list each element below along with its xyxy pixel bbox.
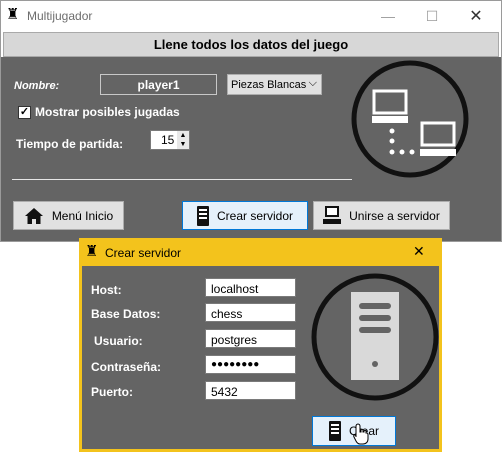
join-server-button-label: Unirse a servidor bbox=[349, 208, 440, 223]
user-input[interactable]: postgres bbox=[205, 329, 296, 348]
create-server-button[interactable]: Crear servidor bbox=[182, 201, 308, 230]
server-large-icon bbox=[311, 273, 439, 401]
create-server-button-label: Crear servidor bbox=[216, 208, 294, 223]
database-input[interactable]: chess bbox=[205, 303, 296, 322]
chess-rook-icon: ♜ bbox=[6, 6, 20, 23]
main-panel: Nombre: player1 Piezas Blancas ⌵ ✓ Mostr… bbox=[1, 57, 501, 241]
dialog-titlebar[interactable]: ♜ Crear servidor ✕ bbox=[79, 238, 442, 266]
database-label: Base Datos: bbox=[91, 307, 161, 321]
hand-cursor-icon bbox=[353, 423, 369, 445]
chevron-down-icon: ⌵ bbox=[308, 77, 317, 89]
dialog-close-button[interactable]: ✕ bbox=[413, 243, 425, 260]
main-window: ♜ Multijugador — ☐ ✕ Llene todos los dat… bbox=[0, 0, 502, 242]
user-label: Usuario: bbox=[94, 334, 143, 348]
name-input[interactable]: player1 bbox=[100, 74, 217, 95]
host-input[interactable]: localhost bbox=[205, 278, 296, 297]
minimize-button[interactable]: — bbox=[366, 1, 410, 31]
time-stepper[interactable]: 15 ▲ ▼ bbox=[150, 130, 190, 150]
maximize-button[interactable]: ☐ bbox=[410, 1, 454, 31]
main-titlebar[interactable]: ♜ Multijugador — ☐ ✕ bbox=[1, 1, 501, 31]
home-icon bbox=[24, 207, 43, 224]
stepper-down-icon[interactable]: ▼ bbox=[177, 140, 189, 149]
stepper-up-icon[interactable]: ▲ bbox=[177, 131, 189, 140]
time-value: 15 bbox=[161, 133, 175, 147]
name-input-value: player1 bbox=[137, 77, 180, 92]
time-label: Tiempo de partida: bbox=[16, 137, 124, 151]
host-label: Host: bbox=[91, 283, 122, 297]
show-moves-checkbox[interactable]: ✓ bbox=[18, 106, 31, 119]
window-title: Multijugador bbox=[27, 9, 93, 23]
separator bbox=[12, 179, 352, 180]
pieces-select-value: Piezas Blancas bbox=[231, 78, 307, 91]
page-header: Llene todos los datos del juego bbox=[3, 32, 499, 57]
server-icon bbox=[196, 205, 209, 226]
join-server-button[interactable]: Unirse a servidor bbox=[313, 201, 450, 230]
menu-button[interactable]: Menú Inicio bbox=[13, 201, 124, 230]
create-server-dialog: ♜ Crear servidor ✕ Host: localhost Base … bbox=[79, 238, 442, 452]
dialog-panel: Host: localhost Base Datos: chess Usuari… bbox=[82, 266, 439, 449]
password-input[interactable]: ●●●●●●●● bbox=[205, 355, 296, 374]
name-label: Nombre: bbox=[14, 80, 60, 92]
pieces-select[interactable]: Piezas Blancas ⌵ bbox=[227, 74, 322, 95]
server-icon bbox=[328, 421, 341, 441]
computer-icon bbox=[323, 205, 342, 224]
password-label: Contraseña: bbox=[91, 360, 162, 374]
port-label: Puerto: bbox=[91, 385, 133, 399]
network-icon bbox=[351, 60, 469, 178]
close-button[interactable]: ✕ bbox=[454, 1, 498, 31]
port-input[interactable]: 5432 bbox=[205, 381, 296, 400]
menu-button-label: Menú Inicio bbox=[51, 208, 114, 223]
dialog-title: Crear servidor bbox=[105, 246, 182, 260]
show-moves-label: Mostrar posibles jugadas bbox=[35, 105, 180, 119]
chess-rook-icon: ♜ bbox=[85, 243, 99, 260]
